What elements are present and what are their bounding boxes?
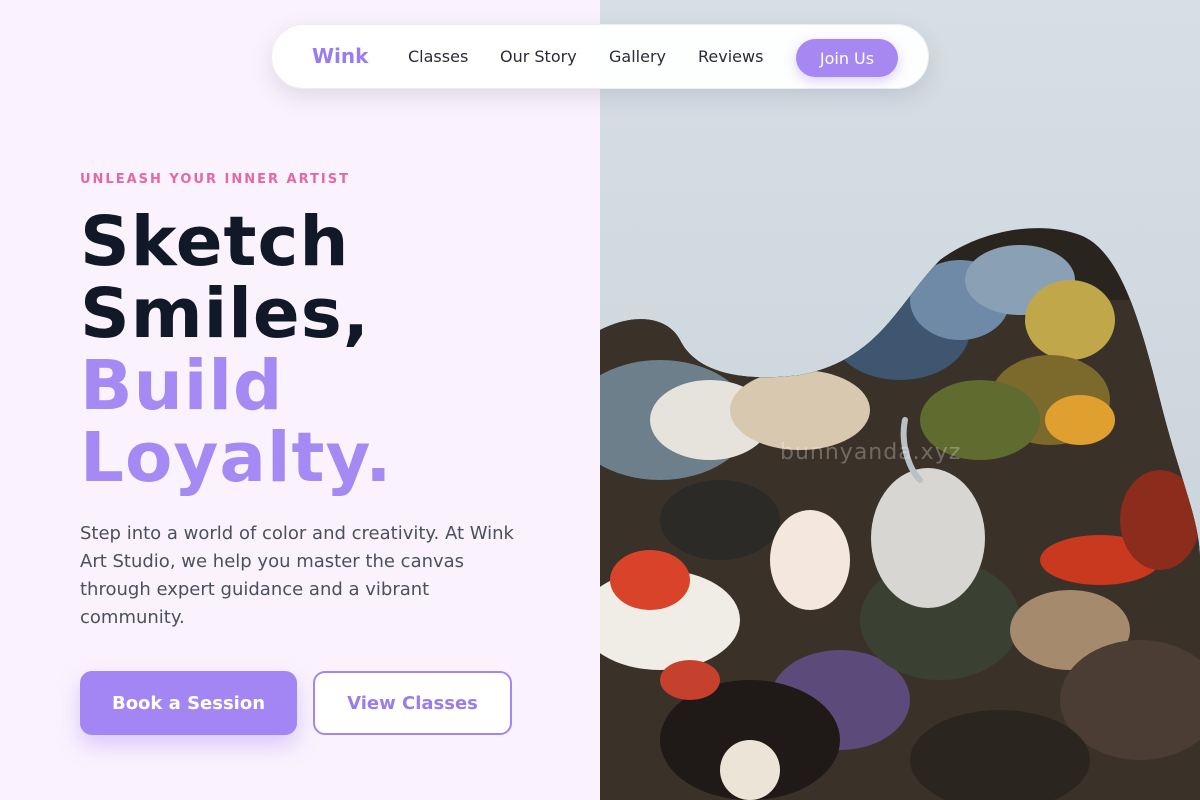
nav-link-classes[interactable]: Classes: [408, 47, 468, 66]
hero-image-palette: [600, 0, 1200, 800]
join-us-button[interactable]: Join Us: [796, 39, 898, 77]
headline-line-4: Loyalty.: [80, 418, 393, 498]
hero-eyebrow: UNLEASH YOUR INNER ARTIST: [80, 172, 350, 187]
headline-line-1: Sketch: [80, 202, 350, 282]
hero-headline: Sketch Smiles, Build Loyalty.: [80, 206, 392, 494]
nav-link-gallery[interactable]: Gallery: [609, 47, 666, 66]
nav-link-our-story[interactable]: Our Story: [500, 47, 577, 66]
nav-link-reviews[interactable]: Reviews: [698, 47, 763, 66]
brand-logo[interactable]: Wink: [312, 44, 368, 68]
headline-line-2: Smiles,: [80, 274, 370, 354]
headline-line-3: Build: [80, 346, 284, 426]
palette-thumb-hole: [871, 468, 985, 608]
paint-palette-illustration: [600, 0, 1200, 800]
top-navigation: Wink Classes Our Story Gallery Reviews J…: [271, 24, 929, 89]
view-classes-button[interactable]: View Classes: [313, 671, 512, 735]
book-session-button[interactable]: Book a Session: [80, 671, 297, 735]
image-watermark: bunnyanda.xyz: [780, 440, 962, 465]
hero-description: Step into a world of color and creativit…: [80, 523, 514, 628]
